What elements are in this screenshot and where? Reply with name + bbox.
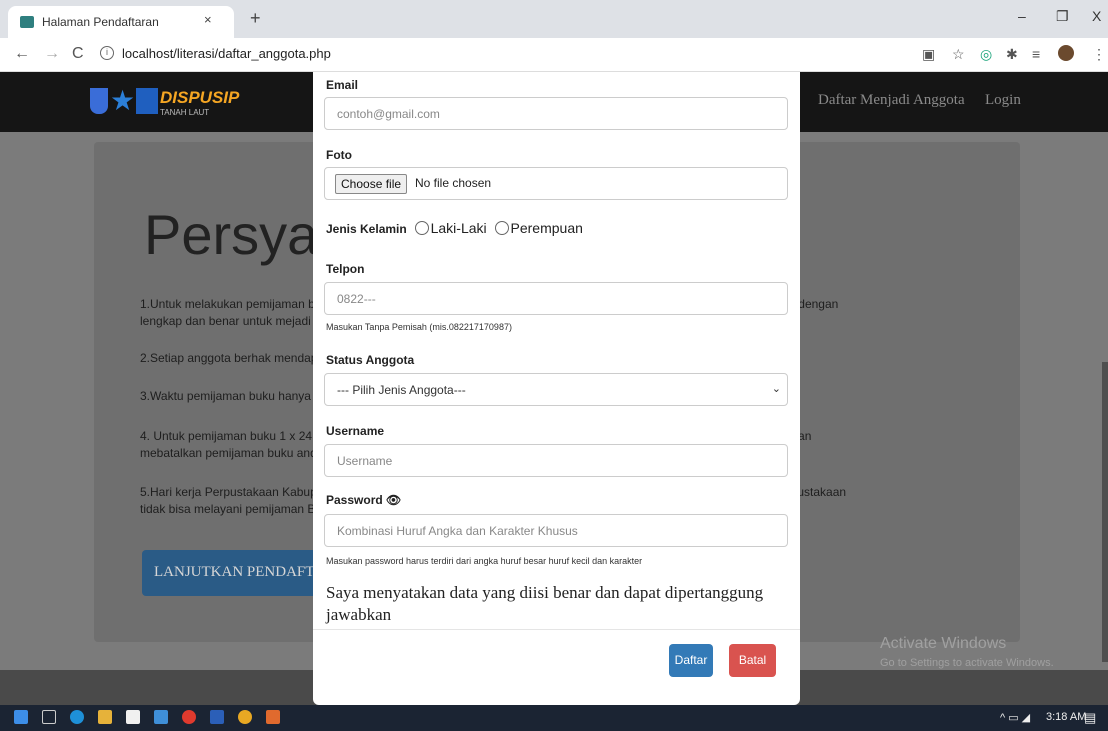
modal-divider <box>313 629 800 630</box>
start-icon[interactable] <box>14 710 28 724</box>
gender-label: Jenis Kelamin <box>326 222 407 236</box>
username-field[interactable]: Username <box>324 444 788 477</box>
gender-field: Jenis Kelamin Laki-Laki Perempuan <box>326 220 583 236</box>
password-field[interactable]: Kombinasi Huruf Angka dan Karakter Khusu… <box>324 514 788 547</box>
favicon-icon <box>20 16 34 28</box>
extension-icon[interactable]: ◎ <box>980 46 992 63</box>
back-arrow-icon[interactable]: ← <box>14 45 30 63</box>
phone-placeholder: 0822--- <box>337 292 376 306</box>
username-label: Username <box>326 424 385 438</box>
menu-kebab-icon[interactable]: ⋮ <box>1092 46 1106 63</box>
requirements-title: Persyar <box>144 203 337 266</box>
password-help-text: Masukan password harus terdiri dari angk… <box>326 556 643 566</box>
phone-field[interactable]: 0822--- <box>324 282 788 315</box>
site-logo[interactable]: ★ DISPUSIP TANAH LAUT <box>90 86 240 120</box>
password-label: Password <box>326 493 383 507</box>
username-placeholder: Username <box>337 454 393 468</box>
reload-icon[interactable]: C <box>72 45 84 63</box>
photo-label: Foto <box>326 148 352 162</box>
password-label-row: Password 👁 <box>326 493 401 507</box>
phone-help-text: Masukan Tanpa Pemisah (mis.082217170987) <box>326 322 512 332</box>
forward-arrow-icon[interactable]: → <box>44 45 60 63</box>
browser-tab-bar: Halaman Pendaftaran × + – ❐ X <box>0 0 1108 38</box>
password-placeholder: Kombinasi Huruf Angka dan Karakter Khusu… <box>337 524 578 538</box>
file-explorer-icon[interactable] <box>98 710 112 724</box>
photo-file-input[interactable]: Choose file No file chosen <box>324 167 788 200</box>
activate-windows-title: Activate Windows <box>880 635 1007 652</box>
member-status-value: --- Pilih Jenis Anggota--- <box>337 383 466 397</box>
reading-list-icon[interactable]: ≡ <box>1032 46 1040 62</box>
new-tab-button[interactable]: + <box>250 8 261 29</box>
system-tray[interactable]: ^ ▭ ◢ <box>1000 711 1030 724</box>
gender-option-label[interactable]: Perempuan <box>511 220 583 236</box>
file-status: No file chosen <box>415 176 492 190</box>
logo-text: DISPUSIP <box>160 88 240 107</box>
member-status-select[interactable]: --- Pilih Jenis Anggota--- ⌄ <box>324 373 788 406</box>
puzzle-icon[interactable]: ✱ <box>1006 46 1018 63</box>
nav-login-link[interactable]: Login <box>985 92 1021 109</box>
radio-perempuan[interactable] <box>494 221 509 235</box>
continue-registration-button[interactable]: LANJUTKAN PENDAFTARAN <box>142 550 332 596</box>
submit-button[interactable]: Daftar <box>669 644 713 677</box>
logo-subtext: TANAH LAUT <box>160 108 210 117</box>
app-icon[interactable] <box>266 710 280 724</box>
registration-modal: Email contoh@gmail.com Foto Choose file … <box>313 72 800 705</box>
email-placeholder: contoh@gmail.com <box>337 107 440 121</box>
address-bar: ← → C i localhost/literasi/daftar_anggot… <box>0 38 1108 72</box>
translate-icon[interactable]: ▣ <box>922 46 935 63</box>
page-scrollbar[interactable] <box>1102 362 1108 662</box>
minimize-button[interactable]: – <box>1018 8 1026 24</box>
opera-icon[interactable] <box>182 710 196 724</box>
tab-title: Halaman Pendaftaran <box>42 15 159 29</box>
activate-windows-subtitle: Go to Settings to activate Windows. <box>880 657 1054 669</box>
chevron-down-icon: ⌄ <box>771 383 781 395</box>
radio-laki-laki[interactable] <box>414 221 429 235</box>
shield-icon <box>90 88 108 114</box>
nav-register-link[interactable]: Daftar Menjadi Anggota <box>818 92 965 109</box>
url-text: localhost/literasi/daftar_anggota.php <box>122 46 331 61</box>
eye-icon[interactable]: 👁 <box>386 493 401 507</box>
edge-icon[interactable] <box>70 710 84 724</box>
info-icon[interactable]: i <box>100 46 114 60</box>
close-window-button[interactable]: X <box>1092 8 1101 24</box>
star-logo-icon: ★ <box>110 85 136 116</box>
email-field[interactable]: contoh@gmail.com <box>324 97 788 130</box>
email-label: Email <box>326 78 359 92</box>
browser-tab[interactable]: Halaman Pendaftaran × <box>8 6 234 38</box>
phone-label: Telpon <box>326 262 365 276</box>
gender-option-label[interactable]: Laki-Laki <box>431 220 487 236</box>
clock[interactable]: 3:18 AM <box>1046 711 1086 723</box>
windows-taskbar: ^ ▭ ◢ 3:18 AM ▤ <box>0 705 1108 731</box>
profile-avatar[interactable] <box>1058 45 1074 61</box>
book-icon <box>136 88 158 114</box>
maximize-button[interactable]: ❐ <box>1056 8 1069 25</box>
choose-file-button[interactable]: Choose file <box>335 174 408 194</box>
chrome-icon[interactable] <box>238 710 252 724</box>
store-icon[interactable] <box>126 710 140 724</box>
tab-close-icon[interactable]: × <box>204 12 212 27</box>
task-view-icon[interactable] <box>42 710 56 724</box>
declaration-text: Saya menyatakan data yang diisi benar da… <box>326 583 764 624</box>
word-icon[interactable] <box>210 710 224 724</box>
star-icon[interactable]: ☆ <box>952 46 965 63</box>
cancel-button[interactable]: Batal <box>729 644 776 677</box>
url-field[interactable]: i localhost/literasi/daftar_anggota.php <box>100 42 860 68</box>
mail-icon[interactable] <box>154 710 168 724</box>
notification-icon[interactable]: ▤ <box>1084 710 1096 726</box>
member-status-label: Status Anggota <box>326 353 415 367</box>
